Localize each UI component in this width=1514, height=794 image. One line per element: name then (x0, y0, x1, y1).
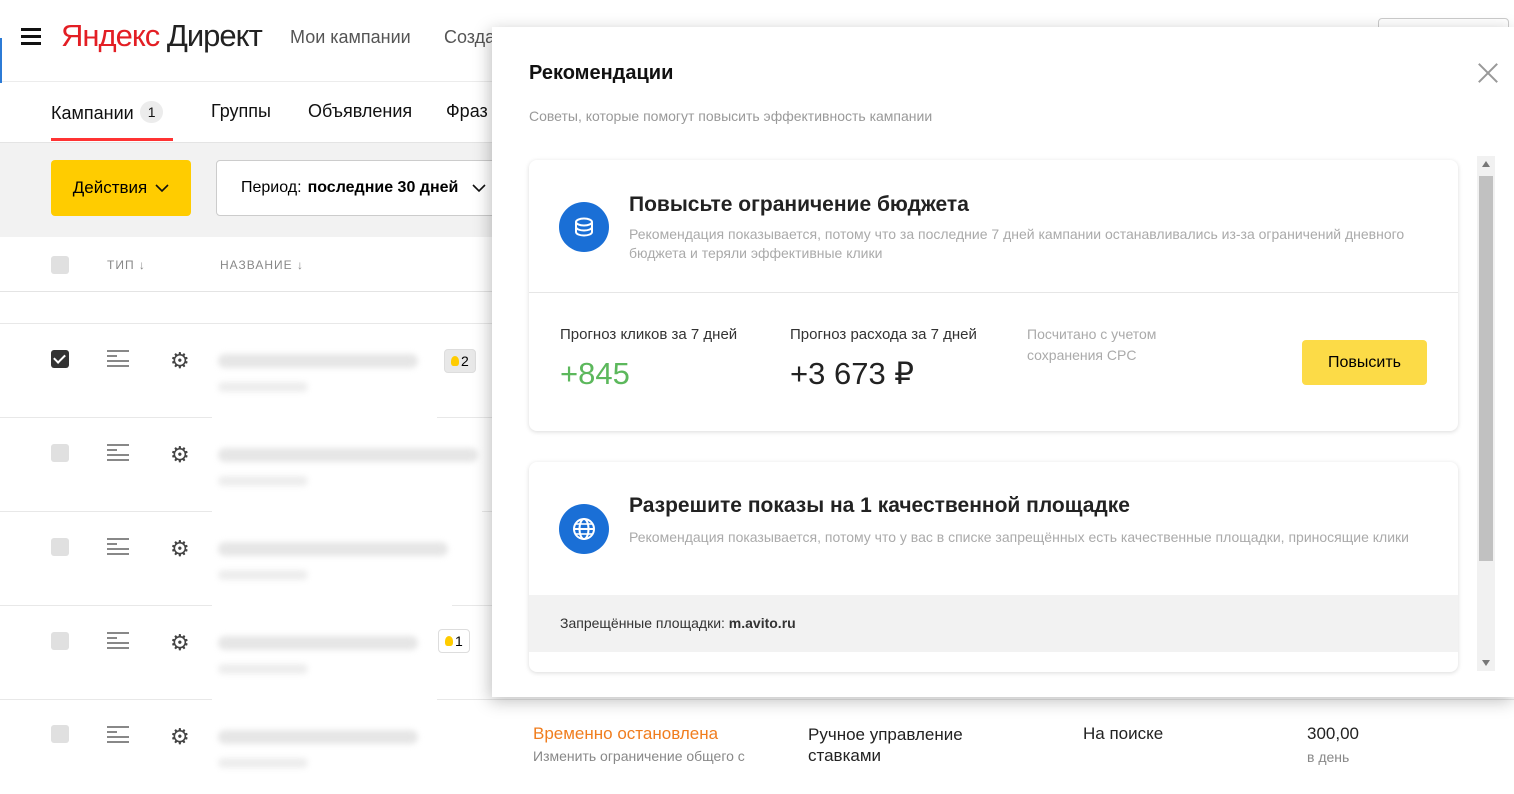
logo-direct: Директ (166, 18, 263, 53)
period-value: последние 30 дней (307, 179, 459, 196)
gear-icon[interactable]: ⚙ (170, 348, 190, 374)
text-ad-type-icon (107, 538, 129, 556)
actions-label: Действия (72, 178, 148, 197)
active-tab-underline (51, 138, 173, 141)
banned-sites-row: Запрещённые площадки: m.avito.ru (529, 595, 1458, 652)
recommendation-card-budget: Повысьте ограничение бюджета Рекомендаци… (529, 160, 1458, 431)
column-type-header[interactable]: ТИП ↓ (107, 258, 146, 272)
bulb-icon (445, 636, 453, 646)
row-checkbox[interactable] (51, 632, 69, 650)
cost-forecast-label: Прогноз расхода за 7 дней (790, 326, 977, 343)
panel-subtitle: Советы, которые помогут повысить эффекти… (529, 108, 933, 124)
select-all-checkbox[interactable] (51, 256, 69, 274)
scroll-down-icon[interactable] (1482, 660, 1490, 666)
panel-title: Рекомендации (529, 62, 674, 84)
campaign-name-redacted (212, 700, 437, 783)
card-title: Разрешите показы на 1 качественной площа… (629, 494, 1130, 517)
row-checkbox[interactable] (51, 538, 69, 556)
raise-button[interactable]: Повысить (1302, 340, 1427, 385)
recommendations-badge[interactable]: 1 (438, 629, 470, 653)
logo-yandex: Яндекс (61, 18, 160, 53)
logo[interactable]: Яндекс Директ (61, 18, 263, 54)
recommendations-count: 2 (461, 353, 469, 369)
campaign-name-redacted (212, 606, 437, 700)
coins-icon (559, 202, 609, 252)
chevron-down-icon (472, 183, 486, 192)
gear-icon[interactable]: ⚙ (170, 724, 190, 750)
nav-create[interactable]: Созда (444, 27, 495, 48)
banned-sites-label: Запрещённые площадки: (560, 615, 725, 631)
scroll-up-icon[interactable] (1482, 161, 1490, 167)
row-checkbox[interactable] (51, 350, 69, 368)
calc-note: Посчитано с учетом сохранения CPC (1027, 326, 1157, 363)
row-checkbox[interactable] (51, 444, 69, 462)
tab-groups[interactable]: Группы (211, 101, 271, 122)
period-select[interactable]: Период: последние 30 дней (216, 160, 516, 216)
budget-unit: в день (1307, 749, 1350, 765)
budget-value: 300,00 (1307, 724, 1359, 743)
close-icon[interactable] (1477, 62, 1499, 84)
panel-scrollbar[interactable] (1477, 156, 1495, 671)
tab-campaigns-label: Кампании (51, 103, 134, 123)
card-divider (529, 292, 1458, 293)
chevron-down-icon (155, 183, 169, 192)
banned-site-value: m.avito.ru (728, 615, 796, 631)
tab-campaigns-count: 1 (139, 101, 164, 123)
menu-icon[interactable] (21, 28, 41, 45)
clicks-forecast-value: +845 (560, 356, 630, 391)
tab-phrases[interactable]: Фраз (446, 101, 488, 122)
gear-icon[interactable]: ⚙ (170, 630, 190, 656)
gear-icon[interactable]: ⚙ (170, 442, 190, 468)
column-type-label: ТИП (107, 258, 135, 272)
recommendations-count: 1 (455, 633, 463, 649)
nav-my-campaigns[interactable]: Мои кампании (290, 27, 411, 48)
tab-campaigns[interactable]: Кампании 1 (51, 101, 164, 124)
column-name-label: НАЗВАНИЕ (220, 258, 293, 272)
scroll-thumb[interactable] (1479, 176, 1493, 561)
text-ad-type-icon (107, 632, 129, 650)
recommendations-panel: Рекомендации Советы, которые помогут пов… (492, 27, 1514, 697)
bid-strategy: Ручное управление ставками (808, 725, 963, 765)
card-description: Рекомендация показывается, потому что у … (629, 529, 1409, 545)
recommendation-card-placements: Разрешите показы на 1 качественной площа… (529, 462, 1458, 672)
row-checkbox[interactable] (51, 725, 69, 743)
campaign-name-redacted (212, 418, 482, 512)
cost-forecast-value: +3 673 ₽ (790, 356, 915, 391)
actions-button[interactable]: Действия (51, 160, 191, 216)
recommendations-badge[interactable]: 2 (444, 349, 476, 373)
card-description: Рекомендация показывается, потому что за… (629, 226, 1405, 261)
globe-icon (559, 504, 609, 554)
campaign-status: Временно остановлена (533, 724, 719, 743)
text-ad-type-icon (107, 726, 129, 744)
placement: На поиске (1083, 724, 1164, 743)
bulb-icon (451, 356, 459, 366)
tab-ads[interactable]: Объявления (308, 101, 412, 122)
gear-icon[interactable]: ⚙ (170, 536, 190, 562)
period-label: Период: (241, 179, 302, 196)
clicks-forecast-label: Прогноз кликов за 7 дней (560, 326, 738, 343)
campaign-name-redacted (212, 512, 452, 606)
campaign-name-redacted (212, 324, 437, 418)
card-title: Повысьте ограничение бюджета (629, 193, 969, 216)
text-ad-type-icon (107, 350, 129, 368)
status-hint[interactable]: Изменить ограничение общего с (533, 748, 763, 764)
column-name-header[interactable]: НАЗВАНИЕ ↓ (220, 258, 304, 272)
table-row[interactable]: ⚙ Временно остановлена Изменить ограниче… (0, 700, 1514, 794)
text-ad-type-icon (107, 444, 129, 462)
